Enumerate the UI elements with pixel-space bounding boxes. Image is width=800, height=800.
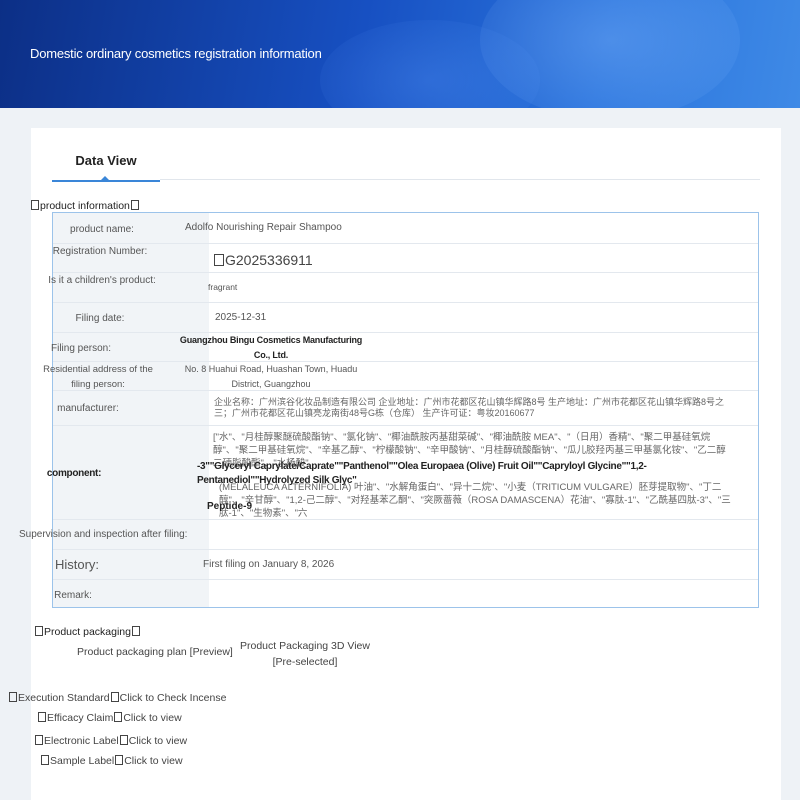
bracket-glyph-icon [130,200,139,210]
row-residential-address: Residential address of the filing person… [43,362,758,391]
tab-label: Data View [75,153,137,168]
bullet-glyph-icon [35,735,43,745]
product-name-value: Adolfo Nourishing Repair Shampoo [185,222,342,233]
field-label: Remark: [54,590,92,601]
row-children-product: Is it a children's product: fragrant [48,273,758,303]
row-filing-date: Filing date: 2025-12-31 [53,303,758,333]
row-remark: Remark: [53,580,758,607]
tab-divider [160,179,760,180]
product-packaging-heading: Product packaging [34,626,141,638]
execution-standard-link[interactable]: Execution Standard Click to Check Incense [8,692,226,704]
bullet-glyph-icon [110,692,119,702]
field-label: Residential address of the filing person… [43,364,153,390]
component-cn-text: (MELALEUCA ALTERNIFOLIA) 叶油"、"水解角蛋白"、"异十… [219,482,731,519]
history-value: First filing on January 8, 2026 [203,559,335,570]
sample-label-link[interactable]: Sample Label Click to view [40,755,183,767]
component-end-text: Peptide-9 [207,501,253,512]
row-supervision: Supervision and inspection after filing: [19,520,758,550]
bracket-glyph-icon [131,626,140,636]
bullet-glyph-icon [115,755,124,765]
children-product-value: fragrant [208,282,238,292]
row-history: History: First filing on January 8, 2026 [53,550,758,580]
product-info-table: product name: Adolfo Nourishing Repair S… [19,212,759,608]
field-label: Is it a children's product: [48,275,156,286]
bullet-glyph-icon [41,755,49,765]
field-label: Filing date: [75,313,125,324]
row-registration-number: Registration Number: G2025336911 [53,244,758,273]
header-banner: Domestic ordinary cosmetics registration… [0,0,800,108]
field-label: manufacturer: [57,403,119,414]
packaging-plan-preview-link[interactable]: Product packaging plan [Preview] [77,646,233,658]
residential-address-value: No. 8 Huahui Road, Huashan Town, Huadu D… [184,364,358,389]
bracket-glyph-icon [35,626,43,636]
page-title: Domestic ordinary cosmetics registration… [30,46,322,61]
manufacturer-value: 企业名称：广州滨谷化妆品制造有限公司 企业地址：广州市花都区花山镇华辉路8号 生… [214,397,725,418]
field-label: product name: [70,224,134,235]
electronic-label-link[interactable]: Electronic Label Click to view [34,735,187,747]
field-label: History: [54,557,100,572]
filing-person-value: Guangzhou Bingu Cosmetics Manufacturing … [179,335,363,360]
efficacy-claim-link[interactable]: Efficacy Claim Click to view [37,712,182,724]
tab-indicator [100,176,110,181]
registration-number-value: G2025336911 [213,253,313,268]
field-label: Filing person: [50,343,112,354]
bullet-glyph-icon [9,692,17,702]
packaging-3d-view-link[interactable]: Product Packaging 3D View [Pre-selected] [240,638,370,670]
product-info-heading: product information [30,200,140,212]
field-label: Supervision and inspection after filing: [19,529,188,540]
missing-glyph-icon [214,254,224,266]
filing-date-value: 2025-12-31 [215,312,267,323]
bullet-glyph-icon [114,712,123,722]
row-filing-person: Filing person: Guangzhou Bingu Cosmetics… [51,333,758,362]
row-product-name: product name: Adolfo Nourishing Repair S… [53,213,758,244]
tab-data-view[interactable]: Data View [52,146,160,182]
bullet-glyph-icon [38,712,46,722]
bracket-glyph-icon [31,200,39,210]
field-label: Registration Number: [52,246,148,257]
field-label: component: [46,468,102,479]
bullet-glyph-icon [119,735,128,745]
row-manufacturer: manufacturer: 企业名称：广州滨谷化妆品制造有限公司 企业地址：广州… [53,391,758,426]
